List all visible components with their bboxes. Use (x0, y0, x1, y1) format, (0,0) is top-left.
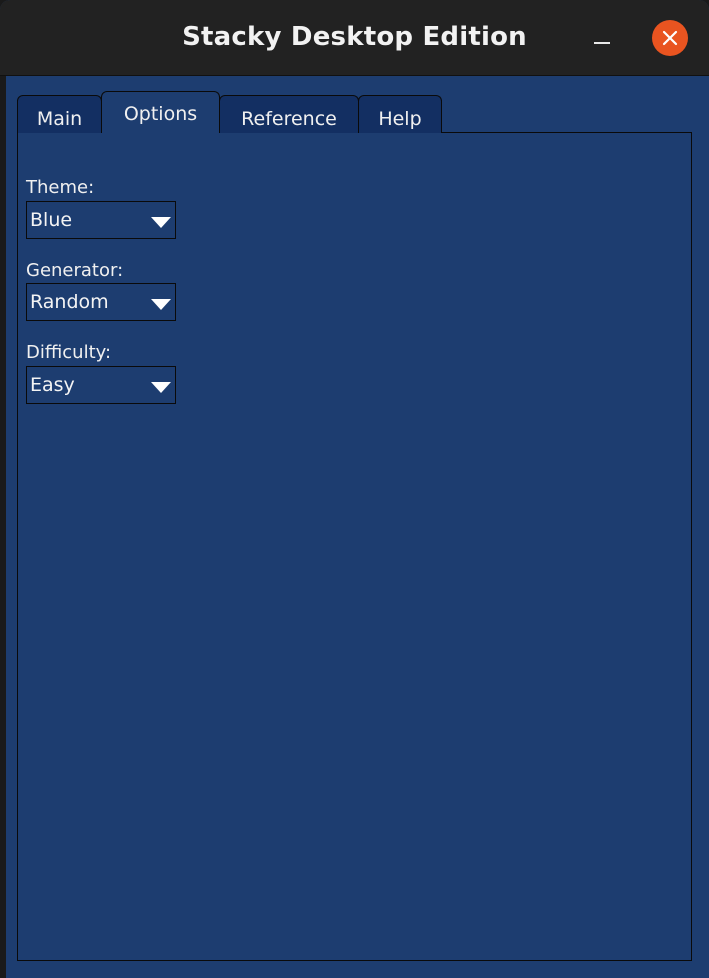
minimize-button[interactable] (588, 28, 616, 56)
tab-label: Main (36, 108, 83, 130)
chevron-down-icon (151, 382, 171, 393)
chevron-down-icon (151, 299, 171, 310)
app-window: Stacky Desktop Edition Main Options Refe… (0, 0, 709, 978)
difficulty-value: Easy (30, 374, 75, 396)
tab-label: Help (378, 108, 422, 130)
tab-options[interactable]: Options (101, 91, 220, 133)
generator-value: Random (30, 291, 109, 313)
tab-reference[interactable]: Reference (219, 95, 359, 133)
chevron-down-icon (151, 217, 171, 228)
theme-select[interactable]: Blue (26, 201, 176, 239)
tab-label: Options (123, 103, 198, 125)
tab-help[interactable]: Help (358, 95, 442, 133)
close-button[interactable] (652, 20, 688, 56)
generator-label: Generator: (26, 260, 124, 281)
theme-label: Theme: (26, 177, 95, 198)
close-icon (662, 30, 678, 46)
title-bar[interactable]: Stacky Desktop Edition (0, 0, 709, 76)
options-panel (17, 132, 692, 961)
generator-select[interactable]: Random (26, 283, 176, 321)
theme-value: Blue (30, 209, 73, 231)
minimize-icon (594, 42, 610, 44)
difficulty-label: Difficulty: (26, 342, 112, 363)
tab-main[interactable]: Main (17, 95, 102, 133)
tab-label: Reference (241, 108, 337, 130)
difficulty-select[interactable]: Easy (26, 366, 176, 404)
